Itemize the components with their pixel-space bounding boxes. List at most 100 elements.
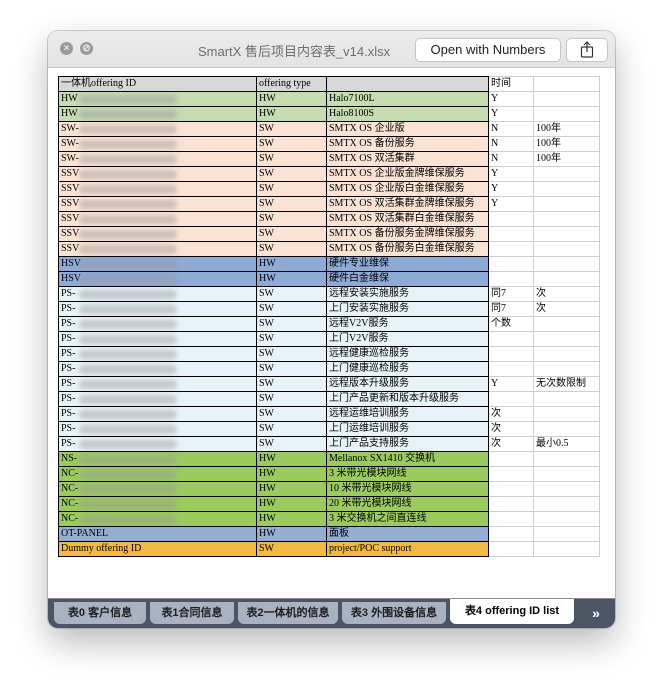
description-cell[interactable]: SMTX OS 备份服务白金维保服务 [326,241,489,257]
header-time[interactable]: 时间 [488,76,534,92]
description-cell[interactable]: SMTX OS 双活集群金牌维保服务 [326,196,489,212]
extra-cell[interactable] [533,211,600,227]
extra-cell[interactable] [533,196,600,212]
time-cell[interactable]: 同7 [488,286,534,302]
description-cell[interactable]: 上门健康巡检服务 [326,361,489,377]
offering-id-cell[interactable]: PS- [58,406,257,422]
extra-cell[interactable]: 最小0.5 [533,436,600,452]
description-cell[interactable]: 硬件专业维保 [326,256,489,272]
extra-cell[interactable] [533,541,600,557]
close-icon[interactable]: × [60,42,73,55]
offering-id-cell[interactable]: SSV [58,166,257,182]
offering-type-cell[interactable]: HW [256,496,327,512]
extra-cell[interactable] [533,346,600,362]
chevron-right-double-icon[interactable]: » [580,602,612,624]
offering-type-cell[interactable]: SW [256,226,327,242]
description-cell[interactable]: 硬件白金维保 [326,271,489,287]
header-offering-type[interactable]: offering type [256,76,327,92]
time-cell[interactable]: N [488,121,534,137]
minimize-icon[interactable]: ⊘ [80,42,93,55]
description-cell[interactable]: SMTX OS 企业版 [326,121,489,137]
time-cell[interactable] [488,451,534,467]
header-description[interactable] [326,76,489,92]
description-cell[interactable]: SMTX OS 企业版白金维保服务 [326,181,489,197]
offering-id-cell[interactable]: OT-PANEL [58,526,257,542]
offering-type-cell[interactable]: SW [256,241,327,257]
extra-cell[interactable]: 100年 [533,121,600,137]
time-cell[interactable]: 个数 [488,316,534,332]
extra-cell[interactable] [533,481,600,497]
time-cell[interactable]: Y [488,106,534,122]
offering-type-cell[interactable]: SW [256,421,327,437]
time-cell[interactable]: 同7 [488,301,534,317]
extra-cell[interactable] [533,166,600,182]
offering-id-cell[interactable]: PS- [58,286,257,302]
offering-type-cell[interactable]: SW [256,361,327,377]
extra-cell[interactable] [533,511,600,527]
description-cell[interactable]: 面板 [326,526,489,542]
description-cell[interactable]: 20 米带光模块网线 [326,496,489,512]
header-extra[interactable] [533,76,600,92]
offering-type-cell[interactable]: HW [256,481,327,497]
time-cell[interactable]: Y [488,376,534,392]
time-cell[interactable] [488,496,534,512]
time-cell[interactable] [488,391,534,407]
offering-id-cell[interactable]: NC- [58,511,257,527]
offering-type-cell[interactable]: HW [256,466,327,482]
offering-id-cell[interactable]: SSV [58,196,257,212]
extra-cell[interactable] [533,316,600,332]
offering-type-cell[interactable]: HW [256,511,327,527]
description-cell[interactable]: 上门运维培训服务 [326,421,489,437]
extra-cell[interactable] [533,391,600,407]
tab-sheet-4[interactable]: 表4 offering ID list [450,599,574,624]
extra-cell[interactable] [533,106,600,122]
tab-sheet-1[interactable]: 表1合同信息 [150,602,234,624]
description-cell[interactable]: SMTX OS 备份服务金牌维保服务 [326,226,489,242]
extra-cell[interactable]: 100年 [533,151,600,167]
time-cell[interactable] [488,256,534,272]
time-cell[interactable] [488,526,534,542]
description-cell[interactable]: 上门V2V服务 [326,331,489,347]
description-cell[interactable]: Halo7100L [326,91,489,107]
offering-id-cell[interactable]: PS- [58,331,257,347]
description-cell[interactable]: 远程运维培训服务 [326,406,489,422]
offering-type-cell[interactable]: SW [256,211,327,227]
time-cell[interactable] [488,226,534,242]
description-cell[interactable]: 3 米交换机之间直连线 [326,511,489,527]
description-cell[interactable]: 10 米带光模块网线 [326,481,489,497]
time-cell[interactable] [488,241,534,257]
time-cell[interactable]: N [488,136,534,152]
sheet-view[interactable]: 一体机offering ID offering type 时间 HW HW Halo… [48,68,615,598]
extra-cell[interactable] [533,241,600,257]
offering-id-cell[interactable]: HW [58,91,257,107]
description-cell[interactable]: SMTX OS 双活集群 [326,151,489,167]
time-cell[interactable] [488,541,534,557]
offering-type-cell[interactable]: HW [256,526,327,542]
time-cell[interactable] [488,346,534,362]
extra-cell[interactable]: 次 [533,286,600,302]
time-cell[interactable] [488,331,534,347]
offering-id-cell[interactable]: SSV [58,181,257,197]
offering-type-cell[interactable]: HW [256,106,327,122]
offering-id-cell[interactable]: SSV [58,241,257,257]
offering-type-cell[interactable]: SW [256,166,327,182]
time-cell[interactable]: Y [488,91,534,107]
offering-type-cell[interactable]: HW [256,256,327,272]
extra-cell[interactable] [533,181,600,197]
time-cell[interactable]: 次 [488,406,534,422]
extra-cell[interactable] [533,406,600,422]
offering-id-cell[interactable]: NC- [58,481,257,497]
extra-cell[interactable] [533,271,600,287]
description-cell[interactable]: 上门安装实施服务 [326,301,489,317]
tab-sheet-3[interactable]: 表3 外围设备信息 [342,602,446,624]
offering-id-cell[interactable]: PS- [58,421,257,437]
offering-type-cell[interactable]: SW [256,406,327,422]
offering-id-cell[interactable]: HW [58,106,257,122]
offering-id-cell[interactable]: NS- [58,451,257,467]
extra-cell[interactable]: 无次数限制 [533,376,600,392]
extra-cell[interactable] [533,91,600,107]
description-cell[interactable]: SMTX OS 双活集群白金维保服务 [326,211,489,227]
offering-id-cell[interactable]: HSV [58,271,257,287]
offering-type-cell[interactable]: SW [256,316,327,332]
description-cell[interactable]: 远程安装实施服务 [326,286,489,302]
